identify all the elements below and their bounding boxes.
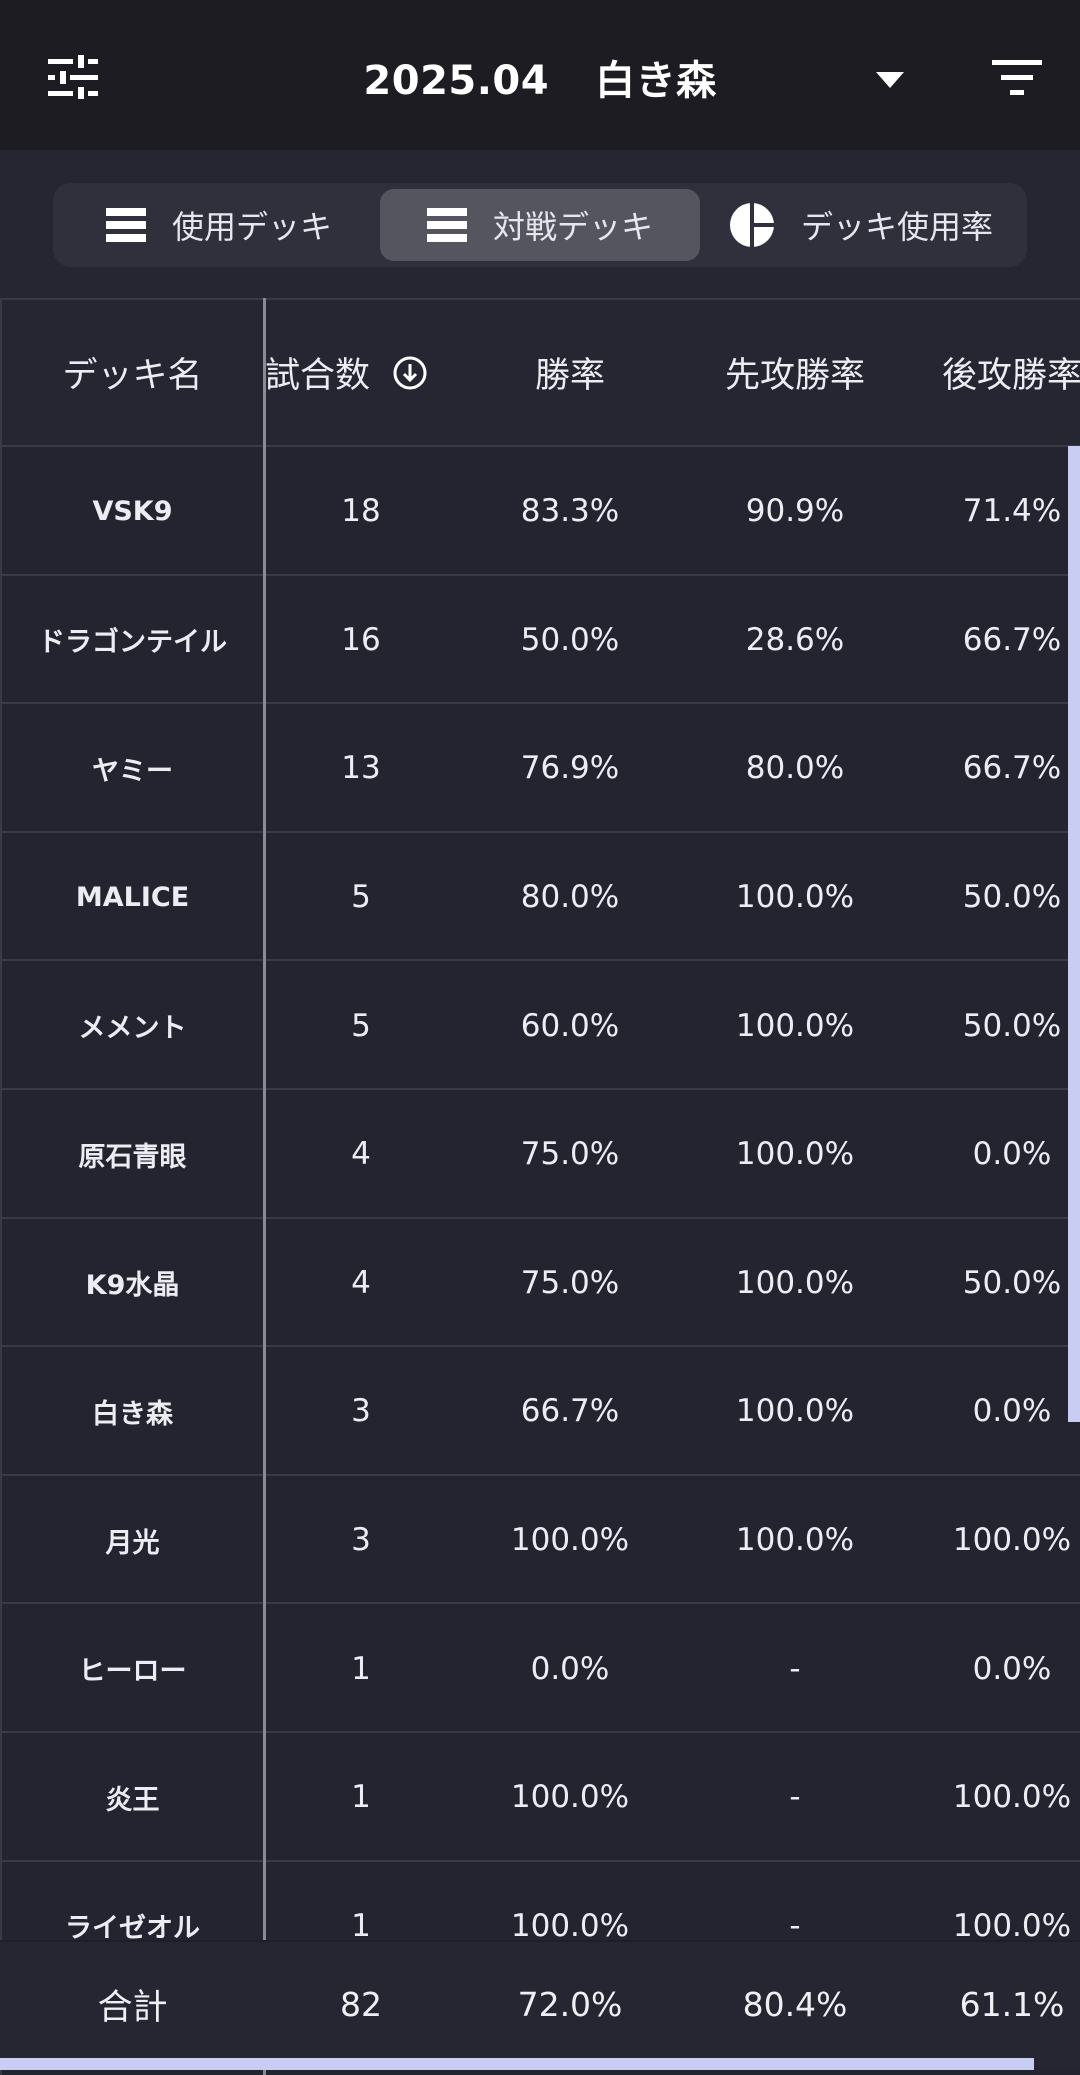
row-games: 3 — [351, 1393, 371, 1430]
caret-down-icon[interactable] — [876, 72, 904, 88]
col-deck-name[interactable]: デッキ名 — [0, 300, 265, 445]
col-games[interactable]: 試合数 — [265, 300, 457, 445]
row-second-win-rate: 66.7% — [962, 621, 1062, 658]
row-games: 3 — [351, 1522, 371, 1559]
pie-chart-icon — [729, 202, 775, 248]
tab-opponent-deck[interactable]: 対戦デッキ — [380, 189, 700, 261]
col-second-win-rate[interactable]: 後攻勝率 — [907, 300, 1080, 445]
row-games: 5 — [351, 879, 371, 916]
row-deck-name: VSK9 — [92, 495, 173, 527]
row-games: 4 — [351, 1264, 371, 1301]
table-row[interactable]: ドラゴンテイル 16 50.0% 28.6% 66.7% — [0, 573, 1080, 705]
table-row[interactable]: 白き森 3 66.7% 100.0% 0.0% — [0, 1345, 1080, 1476]
row-games: 13 — [341, 750, 381, 787]
row-win-rate: 66.7% — [520, 1393, 620, 1430]
table-row[interactable]: ヒーロー 1 0.0% - 0.0% — [0, 1602, 1080, 1733]
col-win-rate[interactable]: 勝率 — [457, 300, 683, 445]
row-win-rate: 100.0% — [510, 1522, 630, 1559]
row-deck-name: 月光 — [105, 1527, 160, 1559]
row-deck-name: K9水晶 — [85, 1270, 180, 1302]
title-month: 2025.04 — [363, 58, 550, 104]
table-row[interactable]: K9水晶 4 75.0% 100.0% 50.0% — [0, 1216, 1080, 1348]
row-win-rate: 50.0% — [520, 621, 620, 658]
list-icon — [105, 208, 146, 242]
row-deck-name: 炎王 — [105, 1784, 160, 1816]
row-second-win-rate: 66.7% — [962, 750, 1062, 787]
tab-label: 使用デッキ — [171, 208, 332, 246]
row-games: 1 — [351, 1650, 371, 1687]
row-deck-name: 原石青眼 — [78, 1141, 187, 1173]
row-win-rate: 76.9% — [520, 750, 620, 787]
row-games: 4 — [351, 1136, 371, 1173]
row-first-win-rate: 100.0% — [735, 1264, 855, 1301]
row-first-win-rate: 100.0% — [735, 1007, 855, 1044]
total-first-win-rate: 80.4% — [742, 1985, 848, 2024]
row-first-win-rate: 100.0% — [735, 879, 855, 916]
row-games: 5 — [351, 1007, 371, 1044]
horizontal-scrollbar[interactable] — [0, 2058, 1034, 2070]
row-second-win-rate: 0.0% — [972, 1136, 1052, 1173]
row-second-win-rate: 50.0% — [962, 1007, 1062, 1044]
row-win-rate: 75.0% — [520, 1136, 620, 1173]
row-first-win-rate: 80.0% — [745, 750, 845, 787]
frozen-column-divider — [263, 298, 266, 2075]
list-icon — [426, 208, 467, 242]
table-row[interactable]: VSK9 18 83.3% 90.9% 71.4% — [0, 445, 1080, 576]
row-second-win-rate: 100.0% — [952, 1779, 1072, 1816]
row-deck-name: ヒーロー — [78, 1656, 187, 1688]
row-second-win-rate: 100.0% — [952, 1522, 1072, 1559]
page-title[interactable]: 2025.04 白き森 — [0, 48, 1080, 106]
row-win-rate: 60.0% — [520, 1007, 620, 1044]
tab-deck-usage[interactable]: デッキ使用率 — [702, 189, 1020, 261]
row-games: 1 — [351, 1779, 371, 1816]
row-first-win-rate: 90.9% — [745, 493, 845, 530]
tab-used-deck[interactable]: 使用デッキ — [60, 189, 378, 261]
row-second-win-rate: 50.0% — [962, 879, 1062, 916]
row-win-rate: 75.0% — [520, 1264, 620, 1301]
total-games: 82 — [340, 1985, 382, 2024]
row-deck-name: 白き森 — [92, 1398, 173, 1430]
row-second-win-rate: 0.0% — [972, 1650, 1052, 1687]
row-win-rate: 0.0% — [530, 1650, 610, 1687]
row-first-win-rate: - — [789, 1650, 801, 1687]
row-first-win-rate: 28.6% — [745, 621, 845, 658]
row-first-win-rate: - — [789, 1779, 801, 1816]
table-row[interactable]: 炎王 1 100.0% - 100.0% — [0, 1731, 1080, 1862]
table-row[interactable]: ヤミー 13 76.9% 80.0% 66.7% — [0, 702, 1080, 833]
sort-desc-circle-icon[interactable] — [392, 355, 428, 391]
row-first-win-rate: 100.0% — [735, 1136, 855, 1173]
title-deck: 白き森 — [595, 58, 717, 104]
table-row[interactable]: メメント 5 60.0% 100.0% 50.0% — [0, 959, 1080, 1090]
row-games: 18 — [341, 493, 381, 530]
row-second-win-rate: 50.0% — [962, 1264, 1062, 1301]
row-second-win-rate: 71.4% — [962, 493, 1062, 530]
col-games-label: 試合数 — [265, 356, 371, 396]
row-win-rate: 80.0% — [520, 879, 620, 916]
row-deck-name: メメント — [78, 1013, 187, 1045]
row-deck-name: ヤミー — [92, 755, 173, 787]
vertical-scrollbar[interactable] — [1068, 446, 1080, 1422]
row-second-win-rate: 0.0% — [972, 1393, 1052, 1430]
col-first-win-rate[interactable]: 先攻勝率 — [683, 300, 907, 445]
table-header: デッキ名 試合数 勝率 先攻勝率 後攻勝率 — [0, 298, 1080, 445]
tab-label: デッキ使用率 — [800, 208, 993, 246]
table-row[interactable]: MALICE 5 80.0% 100.0% 50.0% — [0, 830, 1080, 962]
row-win-rate: 100.0% — [510, 1779, 630, 1816]
row-deck-name: ドラゴンテイル — [38, 627, 227, 659]
tab-label: 対戦デッキ — [492, 208, 653, 246]
table-row[interactable]: 月光 3 100.0% 100.0% 100.0% — [0, 1473, 1080, 1605]
app-bar: 2025.04 白き森 — [0, 0, 1080, 150]
total-win-rate: 72.0% — [517, 1985, 623, 2024]
row-first-win-rate: 100.0% — [735, 1393, 855, 1430]
total-second-win-rate: 61.1% — [959, 1985, 1065, 2024]
table-left-border — [0, 298, 2, 2075]
table-row[interactable]: 原石青眼 4 75.0% 100.0% 0.0% — [0, 1088, 1080, 1219]
total-row: 合計 82 72.0% 80.4% 61.1% — [0, 1940, 1080, 2067]
total-label: 合計 — [97, 1988, 168, 2028]
row-win-rate: 83.3% — [520, 493, 620, 530]
filter-icon[interactable] — [992, 58, 1042, 96]
row-games: 16 — [341, 621, 381, 658]
row-deck-name: MALICE — [75, 881, 190, 913]
row-first-win-rate: 100.0% — [735, 1522, 855, 1559]
